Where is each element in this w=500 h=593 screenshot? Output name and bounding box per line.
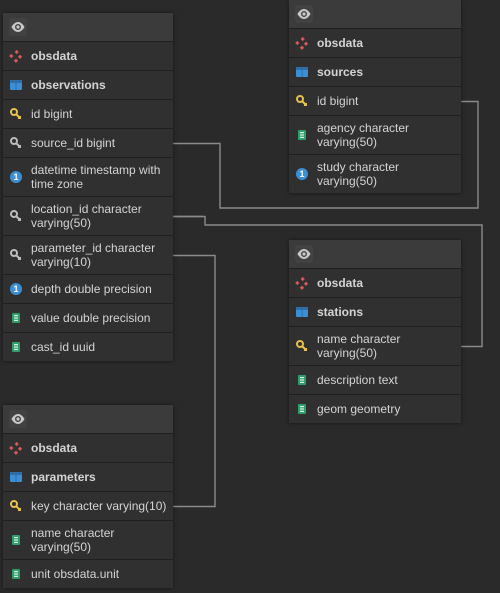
info-icon: 1 [9,170,23,184]
column-icon [9,567,23,581]
table-name-row[interactable]: observations [3,71,173,100]
primary-key-icon [295,94,309,108]
svg-text:1: 1 [299,169,304,179]
column-label: description text [317,373,455,387]
table-name: observations [31,78,167,92]
foreign-key-icon [9,136,23,150]
table-name-row[interactable]: parameters [3,463,173,492]
column-label: datetime timestamp with time zone [31,163,167,191]
visibility-toggle-eye-icon[interactable] [9,410,27,428]
schema-name: obsdata [31,441,167,455]
visibility-toggle-eye-icon[interactable] [9,18,27,36]
column-label: geom geometry [317,402,455,416]
column-row[interactable]: key character varying(10) [3,492,173,521]
table-name: stations [317,305,455,319]
column-row[interactable]: cast_id uuid [3,333,173,361]
column-row[interactable]: 1 study character varying(50) [289,155,461,193]
column-label: value double precision [31,311,167,325]
column-row[interactable]: description text [289,366,461,395]
column-row[interactable]: id bigint [3,100,173,129]
column-row[interactable]: source_id bigint [3,129,173,158]
table-observations[interactable]: obsdata observations id bigint source_id bi… [3,13,173,361]
table-icon [295,65,309,79]
column-label: study character varying(50) [317,160,455,188]
relationship-connector [173,256,215,507]
column-row[interactable]: name character varying(50) [3,521,173,560]
table-sources[interactable]: obsdata sources id bigint agency character … [289,0,461,193]
schema-icon [295,276,309,290]
table-name: sources [317,65,455,79]
table-header [289,0,461,29]
column-label: parameter_id character varying(10) [31,241,167,269]
primary-key-icon [9,107,23,121]
table-icon [9,78,23,92]
column-label: key character varying(10) [31,499,167,513]
table-stations[interactable]: obsdata stations name character varying(50… [289,240,461,423]
column-row[interactable]: parameter_id character varying(10) [3,236,173,275]
visibility-toggle-eye-icon[interactable] [295,5,313,23]
foreign-key-icon [9,209,23,223]
svg-text:1: 1 [13,172,18,182]
column-label: source_id bigint [31,136,167,150]
primary-key-icon [295,339,309,353]
schema-row[interactable]: obsdata [289,269,461,298]
info-icon: 1 [9,282,23,296]
column-row[interactable]: 1 datetime timestamp with time zone [3,158,173,197]
table-header [3,405,173,434]
column-row[interactable]: id bigint [289,87,461,116]
schema-name: obsdata [317,36,455,50]
column-row[interactable]: geom geometry [289,395,461,423]
primary-key-icon [9,499,23,513]
column-row[interactable]: name character varying(50) [289,327,461,366]
column-row[interactable]: agency character varying(50) [289,116,461,155]
column-label: unit obsdata.unit [31,567,167,581]
column-label: name character varying(50) [31,526,167,554]
column-label: agency character varying(50) [317,121,455,149]
schema-icon [9,49,23,63]
foreign-key-icon [9,248,23,262]
schema-row[interactable]: obsdata [3,42,173,71]
table-icon [295,305,309,319]
table-name: parameters [31,470,167,484]
column-icon [9,340,23,354]
schema-icon [9,441,23,455]
schema-icon [295,36,309,50]
column-icon [295,402,309,416]
table-parameters[interactable]: obsdata parameters key character varying(1… [3,405,173,588]
column-label: name character varying(50) [317,332,455,360]
column-icon [295,373,309,387]
column-row[interactable]: 1 depth double precision [3,275,173,304]
schema-name: obsdata [317,276,455,290]
table-header [289,240,461,269]
column-row[interactable]: unit obsdata.unit [3,560,173,588]
table-header [3,13,173,42]
visibility-toggle-eye-icon[interactable] [295,245,313,263]
table-icon [9,470,23,484]
column-label: depth double precision [31,282,167,296]
column-icon [9,533,23,547]
schema-name: obsdata [31,49,167,63]
info-icon: 1 [295,167,309,181]
column-label: id bigint [31,107,167,121]
column-row[interactable]: value double precision [3,304,173,333]
column-label: id bigint [317,94,455,108]
schema-row[interactable]: obsdata [3,434,173,463]
table-name-row[interactable]: sources [289,58,461,87]
column-label: cast_id uuid [31,340,167,354]
schema-row[interactable]: obsdata [289,29,461,58]
column-label: location_id character varying(50) [31,202,167,230]
table-name-row[interactable]: stations [289,298,461,327]
column-icon [9,311,23,325]
column-icon [295,128,309,142]
column-row[interactable]: location_id character varying(50) [3,197,173,236]
svg-text:1: 1 [13,284,18,294]
